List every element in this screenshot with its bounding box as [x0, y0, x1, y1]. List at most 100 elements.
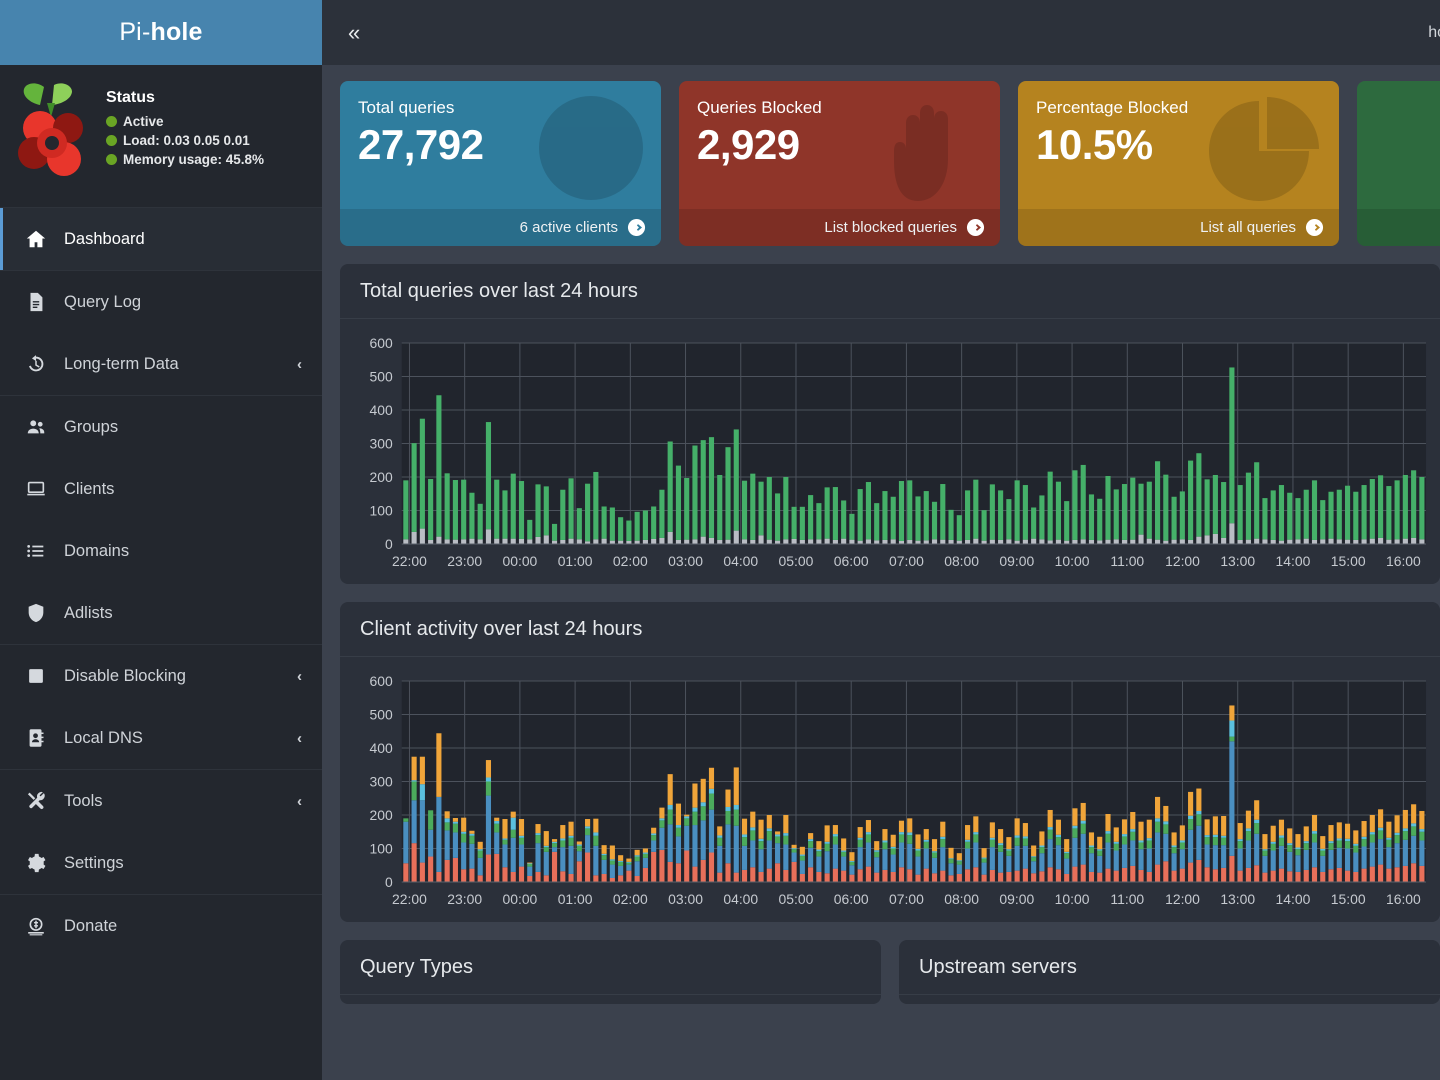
total-queries-body: 010020030040050060022:0023:0000:0001:000… — [340, 319, 1440, 584]
card-value: 10.5% — [1036, 122, 1321, 168]
svg-text:00:00: 00:00 — [502, 891, 537, 907]
sidebar-item-adlists[interactable]: Adlists — [0, 582, 322, 644]
stat-card-total-queries[interactable]: Total queries27,7926 active clients — [340, 81, 661, 246]
card-footer-link[interactable]: List all queries — [1018, 209, 1339, 246]
svg-text:0: 0 — [385, 874, 393, 890]
svg-text:22:00: 22:00 — [392, 891, 427, 907]
stat-card-extra[interactable] — [1357, 81, 1440, 246]
sidebar-item-query-log[interactable]: Query Log — [0, 271, 322, 333]
address-book-icon — [24, 726, 48, 750]
sidebar-item-local-dns[interactable]: Local DNS‹ — [0, 707, 322, 769]
sidebar-item-label: Settings — [64, 854, 302, 873]
svg-text:400: 400 — [370, 740, 393, 756]
nav-group-2: Groups Clients Domains Adlists — [0, 395, 322, 644]
sidebar-item-long-term-data[interactable]: Long-term Data ‹ — [0, 333, 322, 395]
client-activity-body: 010020030040050060022:0023:0000:0001:000… — [340, 657, 1440, 922]
sidebar-item-label: Adlists — [64, 604, 302, 623]
status-info: Status Active Load: 0.03 0.05 0.01 Memor… — [106, 81, 264, 171]
upstream-servers-title: Upstream servers — [899, 940, 1440, 995]
card-body — [1357, 81, 1440, 209]
svg-text:07:00: 07:00 — [889, 891, 924, 907]
svg-text:16:00: 16:00 — [1386, 891, 1421, 907]
chevron-left-icon[interactable]: ‹ — [297, 793, 302, 810]
nav-group-5: Donate — [0, 894, 322, 957]
sidebar-item-label: Long-term Data — [64, 355, 281, 374]
svg-text:12:00: 12:00 — [1165, 891, 1200, 907]
sidebar-item-domains[interactable]: Domains — [0, 520, 322, 582]
card-footer-link[interactable] — [1357, 209, 1440, 246]
card-footer-link[interactable]: List blocked queries — [679, 209, 1000, 246]
svg-text:200: 200 — [370, 807, 393, 823]
status-active-label: Active — [123, 114, 164, 129]
brand-logo[interactable]: Pi-hole — [0, 0, 322, 65]
stat-cards: Total queries27,7926 active clientsQueri… — [340, 81, 1440, 246]
sidebar-item-clients[interactable]: Clients — [0, 458, 322, 520]
svg-text:08:00: 08:00 — [944, 891, 979, 907]
dashboard-content: Total queries27,7926 active clientsQueri… — [322, 65, 1440, 1080]
client-activity-panel: Client activity over last 24 hours 0 100 2… — [340, 602, 1440, 922]
client-activity-chart[interactable]: 010020030040050060022:0023:0000:0001:000… — [352, 671, 1430, 916]
card-footer-label: 6 active clients — [520, 219, 618, 236]
svg-text:02:00: 02:00 — [613, 553, 648, 569]
svg-text:09:00: 09:00 — [999, 553, 1034, 569]
svg-text:06:00: 06:00 — [834, 891, 869, 907]
svg-text:04:00: 04:00 — [723, 891, 758, 907]
card-title: Percentage Blocked — [1036, 98, 1321, 118]
sidebar-item-disable-blocking[interactable]: Disable Blocking‹ — [0, 645, 322, 707]
svg-text:200: 200 — [370, 469, 393, 485]
total-queries-chart[interactable]: 010020030040050060022:0023:0000:0001:000… — [352, 333, 1430, 578]
sidebar-item-label: Clients — [64, 480, 302, 499]
history-icon — [24, 352, 48, 376]
svg-text:300: 300 — [370, 435, 393, 451]
svg-text:100: 100 — [370, 840, 393, 856]
pihole-dashboard: Pi-hole Status — [0, 0, 1440, 1080]
card-value: 27,792 — [358, 122, 643, 168]
svg-text:100: 100 — [370, 502, 393, 518]
stat-card-queries-blocked[interactable]: Queries Blocked2,929 List blocked queries — [679, 81, 1000, 246]
arrow-circle-right-icon — [1305, 218, 1324, 237]
svg-text:23:00: 23:00 — [447, 553, 482, 569]
sidebar-item-settings[interactable]: Settings — [0, 832, 322, 894]
sidebar-item-label: Groups — [64, 418, 302, 437]
sidebar-collapse-icon[interactable]: « — [348, 22, 360, 44]
brand-prefix: Pi- — [119, 18, 150, 47]
card-footer-link[interactable]: 6 active clients — [340, 209, 661, 246]
card-footer-label: List blocked queries — [824, 219, 957, 236]
svg-text:05:00: 05:00 — [779, 553, 814, 569]
sidebar: Pi-hole Status — [0, 0, 322, 1080]
sidebar-item-groups[interactable]: Groups — [0, 396, 322, 458]
status-dot-active — [106, 116, 117, 127]
sidebar-item-label: Tools — [64, 792, 281, 811]
users-icon — [24, 415, 48, 439]
document-icon — [24, 290, 48, 314]
svg-text:23:00: 23:00 — [447, 891, 482, 907]
status-memory-label: Memory usage: 45.8% — [123, 152, 264, 167]
card-body: Queries Blocked2,929 — [679, 81, 1000, 209]
nav-group-4: Tools ‹ Settings — [0, 769, 322, 894]
stat-card-percentage-blocked[interactable]: Percentage Blocked 10.5% List all queries — [1018, 81, 1339, 246]
svg-text:01:00: 01:00 — [558, 553, 593, 569]
sidebar-item-tools[interactable]: Tools ‹ — [0, 770, 322, 832]
card-value: 2,929 — [697, 122, 982, 168]
arrow-circle-right-icon — [966, 218, 985, 237]
svg-text:03:00: 03:00 — [668, 891, 703, 907]
svg-text:14:00: 14:00 — [1276, 891, 1311, 907]
hostname-label[interactable]: hos — [1428, 24, 1440, 42]
chevron-left-icon[interactable]: ‹ — [297, 668, 302, 685]
svg-text:08:00: 08:00 — [944, 553, 979, 569]
svg-text:03:00: 03:00 — [668, 553, 703, 569]
sidebar-item-label: Dashboard — [64, 230, 302, 249]
svg-text:600: 600 — [370, 673, 393, 689]
status-active: Active — [106, 114, 264, 129]
client-activity-title: Client activity over last 24 hours — [340, 602, 1440, 657]
svg-text:12:00: 12:00 — [1165, 553, 1200, 569]
svg-text:0: 0 — [385, 536, 393, 552]
status-dot-memory — [106, 154, 117, 165]
status-load: Load: 0.03 0.05 0.01 — [106, 133, 264, 148]
nav-group-1: Query Log Long-term Data ‹ — [0, 270, 322, 395]
sidebar-item-dashboard[interactable]: Dashboard — [0, 208, 322, 270]
chevron-left-icon[interactable]: ‹ — [297, 356, 302, 373]
svg-text:15:00: 15:00 — [1331, 553, 1366, 569]
chevron-left-icon[interactable]: ‹ — [297, 730, 302, 747]
sidebar-item-donate[interactable]: Donate — [0, 895, 322, 957]
